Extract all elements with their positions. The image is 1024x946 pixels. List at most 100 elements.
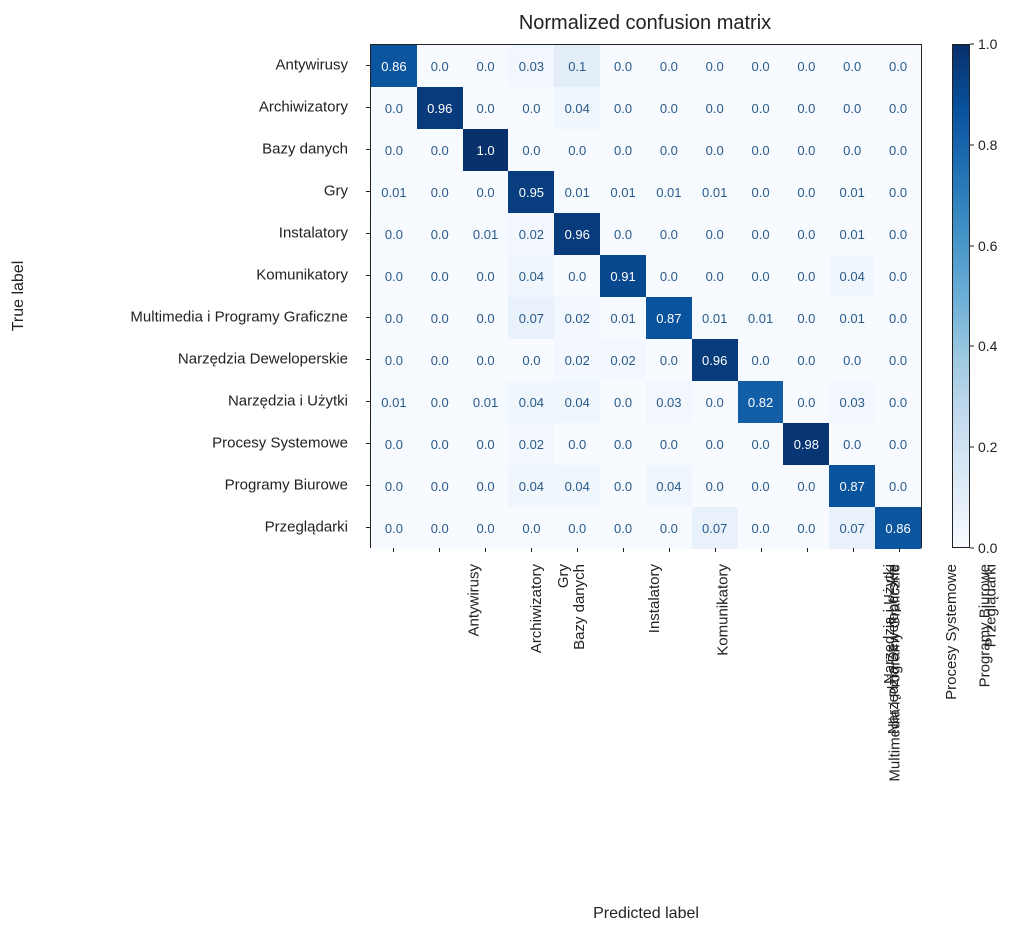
y-tick-label: Narzędzia i Użytki: [0, 394, 348, 409]
heatmap-cell: 0.0: [417, 423, 463, 465]
x-axis-label: Predicted label: [370, 905, 922, 923]
y-tick-label: Komunikatory: [0, 268, 348, 283]
heatmap-cell: 0.0: [508, 339, 554, 381]
heatmap-cell: 0.0: [738, 129, 784, 171]
y-tick-labels: AntywirusyArchiwizatoryBazy danychGryIns…: [0, 44, 360, 548]
heatmap-cell: 0.0: [783, 87, 829, 129]
colorbar-tick-label: 0.2: [978, 439, 997, 455]
heatmap-cell: 0.0: [692, 213, 738, 255]
colorbar-tick-label: 0.4: [978, 338, 997, 354]
y-tick-label: Bazy danych: [0, 142, 348, 157]
heatmap-cell: 0.01: [692, 297, 738, 339]
heatmap-cell: 0.04: [508, 465, 554, 507]
heatmap-cell: 0.86: [875, 507, 921, 549]
heatmap-cell: 0.01: [829, 213, 875, 255]
heatmap-cell: 0.0: [738, 507, 784, 549]
heatmap-cell: 0.0: [692, 255, 738, 297]
heatmap-cell: 0.01: [371, 381, 417, 423]
heatmap-cell: 0.0: [417, 507, 463, 549]
heatmap-cell: 0.86: [371, 45, 417, 87]
y-tick-label: Gry: [0, 184, 348, 199]
heatmap-cell: 0.0: [646, 213, 692, 255]
heatmap-cell: 0.01: [600, 171, 646, 213]
heatmap-cell: 0.0: [463, 45, 509, 87]
chart-title: Normalized confusion matrix: [370, 12, 920, 35]
heatmap-cell: 0.04: [829, 255, 875, 297]
heatmap-cell: 0.0: [829, 423, 875, 465]
heatmap-cell: 0.0: [646, 45, 692, 87]
heatmap-cell: 0.0: [875, 297, 921, 339]
heatmap-cell: 0.0: [600, 129, 646, 171]
heatmap-cell: 0.0: [508, 129, 554, 171]
heatmap-cell: 0.0: [600, 213, 646, 255]
heatmap-cell: 0.0: [692, 423, 738, 465]
heatmap-cell: 0.0: [463, 339, 509, 381]
heatmap-cell: 0.0: [646, 507, 692, 549]
heatmap-cell: 0.1: [554, 45, 600, 87]
heatmap-cell: 0.0: [417, 297, 463, 339]
heatmap-cell: 0.01: [463, 381, 509, 423]
heatmap-cell: 0.0: [417, 255, 463, 297]
heatmap-cell: 0.07: [692, 507, 738, 549]
heatmap-cell: 0.0: [738, 87, 784, 129]
heatmap-cell: 0.0: [738, 171, 784, 213]
heatmap-cell: 0.01: [371, 171, 417, 213]
colorbar-ticks: 0.00.20.40.60.81.0: [970, 44, 1020, 548]
heatmap-cell: 0.01: [738, 297, 784, 339]
heatmap-cell: 0.03: [646, 381, 692, 423]
heatmap-cell: 0.0: [738, 255, 784, 297]
x-tick-label: Instalatory: [646, 564, 663, 633]
heatmap-cell: 0.96: [692, 339, 738, 381]
heatmap-cell: 0.0: [417, 339, 463, 381]
heatmap-cell: 0.02: [508, 423, 554, 465]
heatmap-cell: 0.98: [783, 423, 829, 465]
heatmap-cell: 0.0: [600, 423, 646, 465]
heatmap-cell: 0.0: [463, 297, 509, 339]
heatmap-cell: 0.04: [554, 381, 600, 423]
heatmap-cell: 0.96: [554, 213, 600, 255]
heatmap-cell: 0.0: [554, 507, 600, 549]
heatmap-cell: 0.04: [646, 465, 692, 507]
heatmap-cell: 0.0: [371, 213, 417, 255]
colorbar-tick-label: 1.0: [978, 36, 997, 52]
heatmap-cell: 0.01: [463, 213, 509, 255]
heatmap-cell: 0.0: [463, 171, 509, 213]
heatmap-cell: 0.01: [554, 171, 600, 213]
y-tick-label: Programy Biurowe: [0, 478, 348, 493]
heatmap-cell: 0.0: [600, 87, 646, 129]
heatmap-cell: 0.0: [646, 87, 692, 129]
heatmap-cell: 0.0: [783, 45, 829, 87]
x-tick-label: Procesy Systemowe: [943, 564, 960, 700]
heatmap-cell: 0.0: [371, 507, 417, 549]
y-tick-label: Archiwizatory: [0, 100, 348, 115]
heatmap-cell: 0.0: [875, 381, 921, 423]
heatmap-cell: 0.0: [829, 87, 875, 129]
heatmap-cell: 0.0: [783, 171, 829, 213]
heatmap-cell: 0.02: [554, 339, 600, 381]
heatmap-cell: 0.07: [829, 507, 875, 549]
heatmap-grid: 0.860.00.00.030.10.00.00.00.00.00.00.00.…: [370, 44, 922, 548]
heatmap-cell: 0.0: [875, 87, 921, 129]
heatmap-cell: 0.0: [463, 255, 509, 297]
heatmap-cell: 0.0: [463, 87, 509, 129]
heatmap-cell: 0.82: [738, 381, 784, 423]
heatmap-cell: 0.87: [646, 297, 692, 339]
heatmap-cell: 0.0: [783, 297, 829, 339]
heatmap-cell: 0.0: [600, 45, 646, 87]
heatmap-cell: 0.0: [783, 339, 829, 381]
x-tick-marks: [370, 548, 922, 552]
heatmap-cell: 0.0: [738, 423, 784, 465]
heatmap-cell: 0.0: [417, 213, 463, 255]
heatmap-cell: 0.0: [417, 129, 463, 171]
heatmap-cell: 0.0: [829, 339, 875, 381]
heatmap-cell: 0.0: [875, 129, 921, 171]
heatmap-cell: 0.0: [738, 465, 784, 507]
heatmap-cell: 0.0: [554, 423, 600, 465]
x-tick-label: Archiwizatory: [528, 564, 545, 653]
heatmap-cell: 0.0: [875, 423, 921, 465]
heatmap-cell: 0.95: [508, 171, 554, 213]
heatmap-cell: 0.02: [508, 213, 554, 255]
heatmap-cell: 0.0: [371, 465, 417, 507]
heatmap-cell: 0.0: [783, 507, 829, 549]
x-tick-labels: AntywirusyArchiwizatoryBazy danychGryIns…: [370, 558, 922, 908]
